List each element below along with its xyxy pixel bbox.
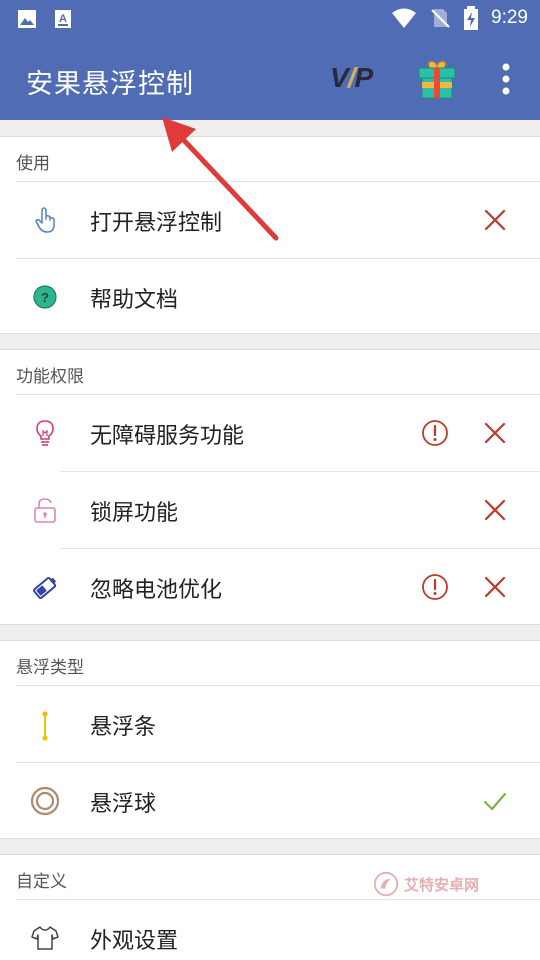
- divider: [16, 394, 540, 395]
- lightbulb-icon: [36, 420, 54, 446]
- row-lock-screen[interactable]: 锁屏功能: [0, 471, 540, 548]
- selected-check-icon: [483, 792, 507, 811]
- help-icon: ?: [33, 285, 57, 309]
- not-enabled-x-icon: [484, 499, 506, 521]
- section-title-float-type: 悬浮类型: [16, 658, 84, 678]
- not-enabled-x-icon: [484, 576, 506, 598]
- row-label: 悬浮条: [90, 715, 157, 740]
- row-appearance-settings[interactable]: 外观设置: [0, 899, 540, 960]
- row-accessibility-service[interactable]: 无障碍服务功能: [0, 394, 540, 471]
- clock: 9:29: [491, 7, 528, 28]
- warning-icon[interactable]: [420, 572, 450, 602]
- row-label: 外观设置: [90, 929, 179, 954]
- divider: [16, 258, 540, 259]
- section-title-permissions: 功能权限: [16, 367, 84, 387]
- permissions-card: 功能权限 无障碍服务功能 锁屏功能 忽略电池优化: [0, 349, 540, 625]
- divider: [60, 471, 540, 472]
- row-label: 锁屏功能: [90, 501, 179, 526]
- row-float-ball[interactable]: 悬浮球: [0, 762, 540, 839]
- not-enabled-x-icon: [484, 422, 506, 444]
- float-ball-icon: [30, 786, 60, 816]
- row-ignore-battery-optimization[interactable]: 忽略电池优化: [0, 548, 540, 625]
- divider: [16, 181, 540, 182]
- touch-icon: [35, 207, 55, 233]
- row-label: 忽略电池优化: [90, 578, 223, 603]
- float-bar-icon: [42, 711, 48, 741]
- battery-icon: [32, 576, 57, 600]
- row-label: 帮助文档: [90, 288, 179, 313]
- vip-button[interactable]: V/P: [330, 62, 373, 94]
- vip-letter-p: P: [354, 62, 373, 93]
- app-bar: 安果悬浮控制 V/P: [0, 38, 540, 120]
- divider: [16, 685, 540, 686]
- more-options-icon[interactable]: [496, 62, 516, 96]
- vip-letter-v: V: [330, 62, 349, 93]
- divider: [16, 762, 540, 763]
- float-type-card: 悬浮类型 悬浮条 悬浮球: [0, 640, 540, 839]
- status-bar: A 9:29: [0, 0, 540, 38]
- app-title: 安果悬浮控制: [26, 69, 194, 100]
- watermark-logo-icon: [373, 871, 399, 897]
- divider: [60, 548, 540, 549]
- svg-text:A: A: [59, 13, 67, 25]
- wifi-icon: [392, 8, 417, 28]
- watermark: 艾特安卓网: [372, 870, 479, 898]
- font-app-icon: A: [55, 10, 71, 28]
- warning-icon[interactable]: [420, 418, 450, 448]
- usage-card: 使用 打开悬浮控制 ? 帮助文档: [0, 136, 540, 334]
- divider: [16, 899, 540, 900]
- row-label: 无障碍服务功能: [90, 424, 245, 449]
- image-icon: [18, 10, 36, 28]
- svg-text:?: ?: [41, 290, 49, 305]
- battery-charging-icon: [464, 6, 479, 30]
- watermark-text: 艾特安卓网: [404, 875, 480, 894]
- row-label: 打开悬浮控制: [90, 211, 223, 236]
- no-sim-icon: [431, 9, 450, 28]
- gift-icon[interactable]: [416, 58, 458, 100]
- row-label: 悬浮球: [90, 792, 157, 817]
- section-title-usage: 使用: [16, 154, 50, 174]
- unlock-icon: [34, 498, 56, 523]
- row-float-bar[interactable]: 悬浮条: [0, 685, 540, 762]
- tshirt-icon: [31, 926, 59, 950]
- section-title-custom: 自定义: [16, 872, 67, 892]
- not-enabled-x-icon: [484, 209, 506, 231]
- row-help-docs[interactable]: ? 帮助文档: [0, 258, 540, 335]
- row-open-float-control[interactable]: 打开悬浮控制: [0, 181, 540, 258]
